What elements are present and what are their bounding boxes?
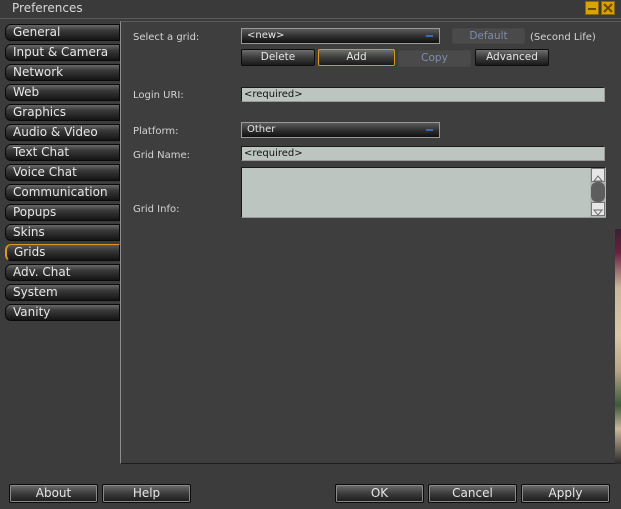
scroll-thumb[interactable] <box>591 182 605 202</box>
platform-dropdown[interactable]: Other <box>241 122 440 138</box>
sidebar-item-network[interactable]: Network <box>5 64 120 81</box>
platform-label: Platform: <box>133 126 179 137</box>
sidebar-item-input-camera[interactable]: Input & Camera <box>5 44 120 61</box>
about-button[interactable]: About <box>9 484 98 503</box>
background-strip <box>615 229 621 464</box>
select-grid-dropdown[interactable]: <new> <box>241 28 440 44</box>
login-uri-label: Login URI: <box>133 90 184 101</box>
select-grid-label: Select a grid: <box>133 32 200 43</box>
sidebar-item-popups[interactable]: Popups <box>5 204 120 221</box>
sidebar-item-graphics[interactable]: Graphics <box>5 104 120 121</box>
sidebar-item-audio-video[interactable]: Audio & Video <box>5 124 120 141</box>
scroll-up-button[interactable] <box>591 168 605 182</box>
advanced-button[interactable]: Advanced <box>475 49 549 66</box>
chevron-down-icon <box>426 35 433 37</box>
grid-info-textarea[interactable] <box>241 167 606 218</box>
close-button[interactable] <box>601 1 615 15</box>
copy-button[interactable]: Copy <box>398 50 471 67</box>
scroll-down-button[interactable] <box>591 202 605 216</box>
apply-button[interactable]: Apply <box>521 484 610 503</box>
sidebar-item-voice-chat[interactable]: Voice Chat <box>5 164 120 181</box>
sidebar-item-grids[interactable]: Grids <box>5 244 120 261</box>
cancel-button[interactable]: Cancel <box>428 484 517 503</box>
sidebar-item-general[interactable]: General <box>5 24 120 41</box>
title-bar[interactable]: Preferences <box>0 0 621 19</box>
sidebar-item-system[interactable]: System <box>5 284 120 301</box>
arrow-down-icon <box>592 209 604 216</box>
sidebar-item-vanity[interactable]: Vanity <box>5 304 120 321</box>
ok-button[interactable]: OK <box>335 484 424 503</box>
sidebar-item-adv-chat[interactable]: Adv. Chat <box>5 264 120 281</box>
chevron-down-icon <box>426 129 433 131</box>
minimize-button[interactable] <box>585 1 599 15</box>
sidebar-item-text-chat[interactable]: Text Chat <box>5 144 120 161</box>
default-grid-note: (Second Life) <box>530 32 596 43</box>
login-uri-input[interactable]: <required> <box>241 87 605 102</box>
delete-button[interactable]: Delete <box>241 49 315 66</box>
minimize-icon <box>588 8 596 10</box>
grid-info-label: Grid Info: <box>133 204 180 215</box>
sidebar-item-skins[interactable]: Skins <box>5 224 120 241</box>
help-button[interactable]: Help <box>102 484 191 503</box>
sidebar-item-web[interactable]: Web <box>5 84 120 101</box>
grid-name-input[interactable]: <required> <box>241 146 605 161</box>
select-grid-value: <new> <box>247 30 285 41</box>
default-button[interactable]: Default <box>452 28 525 44</box>
sidebar-item-communication[interactable]: Communication <box>5 184 120 201</box>
grid-info-scrollbar[interactable] <box>590 168 606 217</box>
grid-name-label: Grid Name: <box>133 150 191 161</box>
platform-value: Other <box>247 124 276 135</box>
window-title: Preferences <box>12 1 83 15</box>
close-icon <box>603 3 613 13</box>
add-button[interactable]: Add <box>318 49 395 66</box>
